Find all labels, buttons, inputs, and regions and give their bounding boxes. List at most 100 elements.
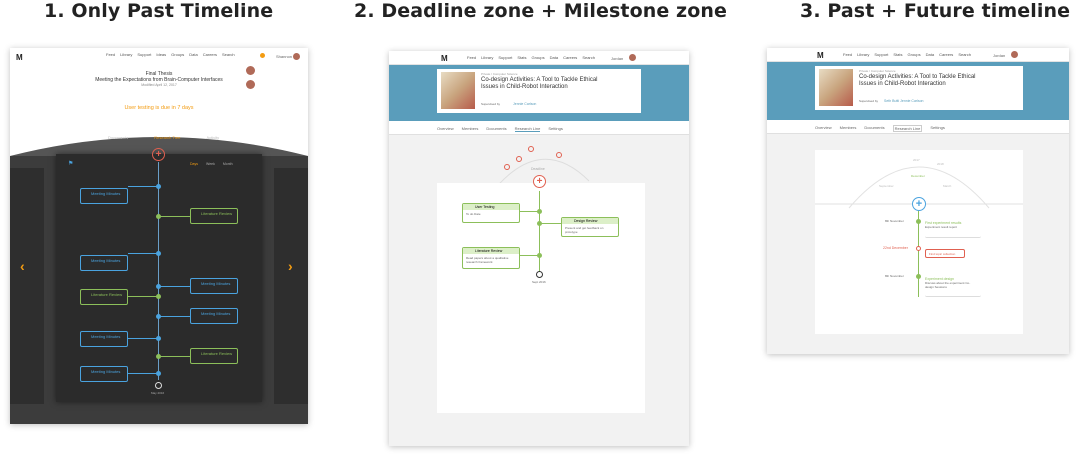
timeline-card[interactable]: Meeting Minutes (80, 331, 128, 347)
tab-documents[interactable]: Documents (864, 125, 884, 132)
nav-search[interactable]: Search (958, 52, 971, 57)
timeline-node[interactable] (156, 184, 161, 189)
nav-search[interactable]: Search (222, 52, 235, 57)
milestone-card[interactable]: User Testing To do Date (462, 203, 520, 223)
panel3-avatar[interactable] (1011, 51, 1018, 58)
tab-documents[interactable]: Documents (486, 126, 506, 132)
event-card[interactable]: First experiment results Experiment resu… (925, 221, 981, 238)
tab-members[interactable]: Members (840, 125, 857, 132)
toggle-month[interactable]: Month (223, 162, 233, 166)
panel1-member-avatar-1[interactable] (246, 66, 255, 75)
nav-feed[interactable]: Feed (843, 52, 852, 57)
tab-research-line[interactable]: Research Line (514, 126, 541, 132)
panel2-user-name[interactable]: Jordan (611, 56, 623, 61)
nav-support[interactable]: Support (874, 52, 888, 57)
panel2-supervisor[interactable]: Jennie Carlson (513, 102, 536, 106)
panel1-filter-icon[interactable]: ⚑ (68, 160, 73, 167)
connector (128, 373, 158, 374)
timeline-card[interactable]: Literature Review (190, 208, 238, 224)
timeline-card[interactable]: Meeting Minutes (80, 188, 128, 204)
panel3-breadcrumb[interactable]: Private / Computer Science (859, 69, 896, 73)
logo[interactable]: M (817, 51, 824, 60)
panel-deadline-milestone: M Feed Library Support Stats Groups Data… (389, 51, 689, 446)
panel1-member-avatar-2[interactable] (246, 80, 255, 89)
nav-library[interactable]: Library (120, 52, 132, 57)
logo[interactable]: M (441, 54, 448, 63)
nav-library[interactable]: Library (481, 55, 493, 60)
panel1-add-icon[interactable]: + (152, 148, 165, 161)
timeline-node[interactable] (156, 294, 161, 299)
timeline-node[interactable] (156, 371, 161, 376)
nav-support[interactable]: Support (498, 55, 512, 60)
nav-library[interactable]: Library (857, 52, 869, 57)
nav-groups[interactable]: Groups (908, 52, 921, 57)
tab-overview[interactable]: Overview (815, 125, 832, 132)
milestone-card[interactable]: Literature Review Read papers about a qu… (462, 247, 520, 269)
nav-groups[interactable]: Groups (532, 55, 545, 60)
toggle-days[interactable]: Days (190, 162, 198, 166)
nav-feed[interactable]: Feed (106, 52, 115, 57)
event-card[interactable]: Experiment design Discuss about the expe… (925, 277, 981, 297)
nav-careers[interactable]: Careers (203, 52, 217, 57)
timeline-card[interactable]: Literature Review (80, 289, 128, 305)
panel2-avatar[interactable] (629, 54, 636, 61)
nav-groups[interactable]: Groups (171, 52, 184, 57)
timeline-node[interactable] (537, 253, 542, 258)
timeline-node[interactable] (537, 209, 542, 214)
connector (158, 356, 190, 357)
nav-careers[interactable]: Careers (939, 52, 953, 57)
panel3-tab-list: Overview Members Documents Research Line… (815, 125, 945, 132)
connector (128, 296, 158, 297)
timeline-node[interactable] (916, 219, 921, 224)
nav-stats[interactable]: Stats (893, 52, 902, 57)
timeline-card[interactable]: Meeting Minutes (80, 255, 128, 271)
timeline-node[interactable] (537, 221, 542, 226)
panel1-avatar[interactable] (293, 53, 300, 60)
nav-stats[interactable]: Stats (517, 55, 526, 60)
toggle-week[interactable]: Week (206, 162, 215, 166)
timeline-node[interactable] (156, 214, 161, 219)
nav-data[interactable]: Data (550, 55, 558, 60)
chevron-left-icon[interactable]: ‹ (20, 258, 25, 274)
tab-activity[interactable]: Activity (206, 135, 219, 140)
connector (158, 286, 190, 287)
timeline-node[interactable] (156, 251, 161, 256)
event-card-future[interactable]: Find topic collection (925, 249, 965, 258)
tab-settings[interactable]: Settings (930, 125, 944, 132)
nav-careers[interactable]: Careers (563, 55, 577, 60)
nav-search[interactable]: Search (582, 55, 595, 60)
timeline-node[interactable] (156, 354, 161, 359)
tab-settings[interactable]: Settings (548, 126, 562, 132)
timeline-end-node (536, 271, 543, 278)
panel2-breadcrumb[interactable]: Private / Computer Science (481, 72, 518, 76)
panel3-user-name[interactable]: Jordan (993, 53, 1005, 58)
chevron-right-icon[interactable]: › (288, 258, 293, 274)
logo[interactable]: M (16, 53, 23, 62)
nav-support[interactable]: Support (137, 52, 151, 57)
nav-feed[interactable]: Feed (467, 55, 476, 60)
tab-research-tree[interactable]: Research Tree (154, 135, 180, 140)
timeline-node[interactable] (916, 274, 921, 279)
timeline-node-future[interactable] (916, 246, 921, 251)
timeline-card[interactable]: Meeting Minutes (190, 308, 238, 324)
panel1-user-name[interactable]: Shannon (276, 54, 292, 59)
nav-ideas[interactable]: Ideas (156, 52, 166, 57)
panel2-add-icon[interactable]: + (533, 175, 546, 188)
panel3-supervisors[interactable]: Seth Butti Jennie Carlson (884, 99, 924, 103)
panel1-alert: User testing is due in 7 days (124, 105, 194, 111)
timeline-node[interactable] (156, 314, 161, 319)
milestone-card[interactable]: Design Review Present and get feedback o… (561, 217, 619, 237)
timeline-card[interactable]: Literature Review (190, 348, 238, 364)
tab-members[interactable]: Members (462, 126, 479, 132)
timeline-card[interactable]: Meeting Minutes (190, 278, 238, 294)
tab-documents[interactable]: Documents (108, 135, 128, 140)
timeline-node[interactable] (156, 284, 161, 289)
nav-data[interactable]: Data (189, 52, 197, 57)
tab-research-line[interactable]: Research Line (892, 125, 923, 132)
nav-data[interactable]: Data (926, 52, 934, 57)
timeline-node[interactable] (156, 336, 161, 341)
timeline-card[interactable]: Meeting Minutes (80, 366, 128, 382)
tab-overview[interactable]: Overview (437, 126, 454, 132)
panel1-notification-icon[interactable] (260, 53, 265, 58)
panel3-add-icon[interactable]: + (912, 197, 926, 211)
